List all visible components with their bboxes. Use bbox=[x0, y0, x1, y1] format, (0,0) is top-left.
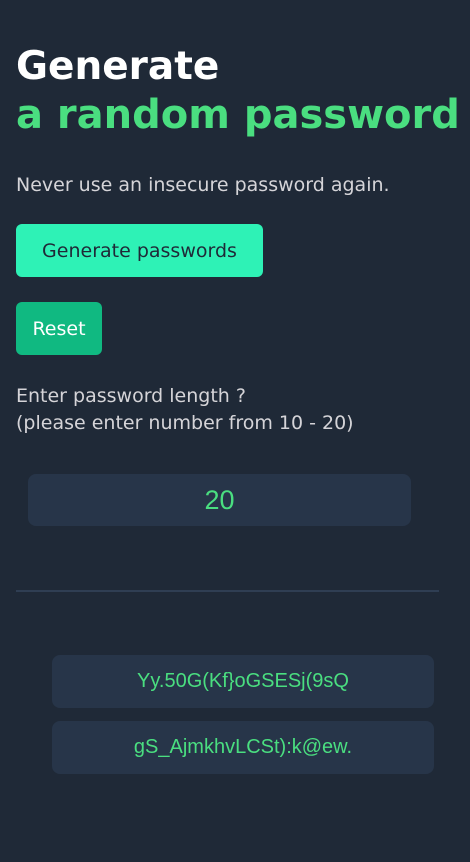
subtitle: Never use an insecure password again. bbox=[16, 174, 390, 196]
length-prompt-line2: (please enter number from 10 - 20) bbox=[16, 412, 354, 434]
generate-passwords-button[interactable]: Generate passwords bbox=[16, 224, 263, 277]
reset-button[interactable]: Reset bbox=[16, 302, 102, 355]
divider bbox=[16, 590, 439, 592]
page-title: Generate bbox=[16, 44, 220, 89]
length-prompt: Enter password length ? (please enter nu… bbox=[16, 383, 354, 437]
password-length-input[interactable] bbox=[28, 474, 411, 526]
length-prompt-line1: Enter password length ? bbox=[16, 385, 246, 407]
generated-password-2[interactable]: gS_AjmkhvLCSt):k@ew. bbox=[52, 721, 434, 774]
page-title-accent: a random password bbox=[16, 92, 460, 138]
generated-password-1[interactable]: Yy.50G(Kf}oGSESj(9sQ bbox=[52, 655, 434, 708]
